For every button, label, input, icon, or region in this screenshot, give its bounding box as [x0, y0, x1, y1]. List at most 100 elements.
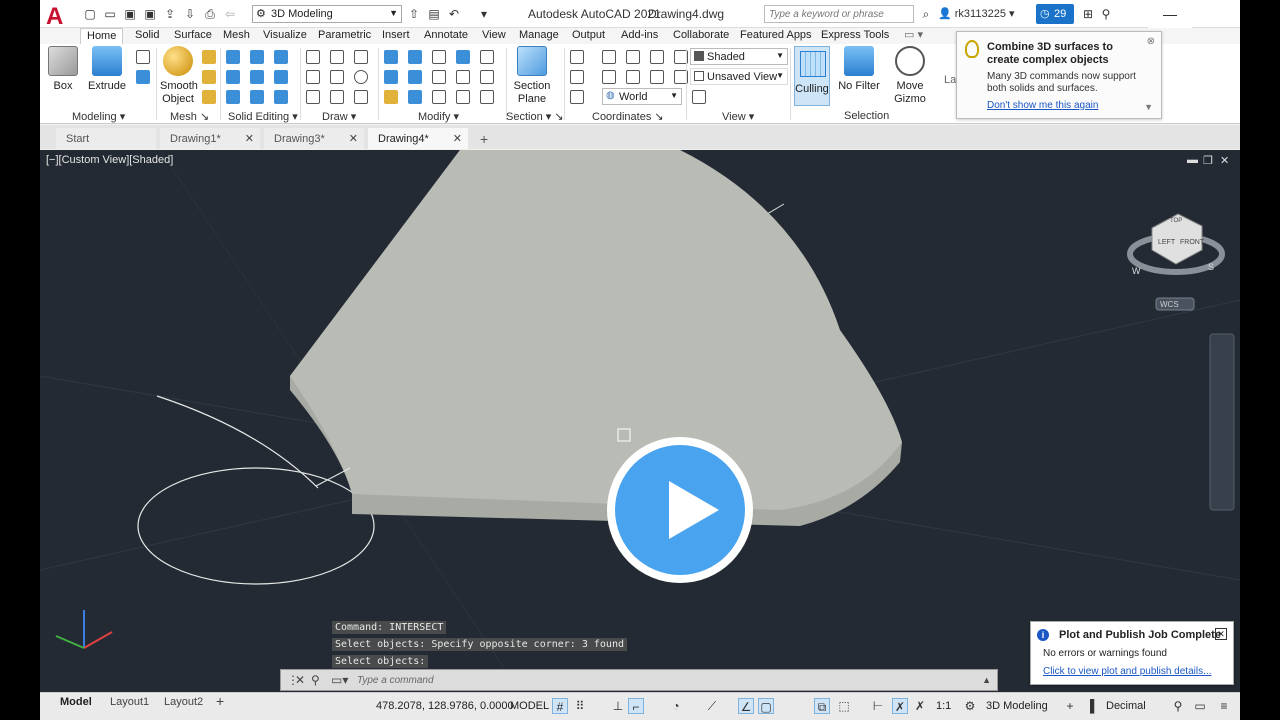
- extract-edges-icon[interactable]: [250, 50, 264, 64]
- tab-view[interactable]: View: [482, 28, 506, 44]
- object-snap-tracking-icon[interactable]: ∠: [738, 698, 754, 714]
- smooth-more-icon[interactable]: [202, 50, 216, 64]
- workspace-select[interactable]: ⚙ 3D Modeling ▼: [252, 5, 402, 23]
- infer-constraints-icon[interactable]: ⊥: [610, 698, 626, 714]
- expand-icon[interactable]: ▼: [1144, 102, 1153, 112]
- open-folder-icon[interactable]: ▭: [102, 6, 118, 22]
- ucs-x-icon[interactable]: [626, 50, 640, 64]
- polygon-icon[interactable]: [306, 90, 320, 104]
- tab-add-ins[interactable]: Add-ins: [621, 28, 658, 44]
- viewport-restore-icon[interactable]: ❐: [1203, 154, 1213, 167]
- stretch-icon[interactable]: [432, 90, 446, 104]
- drawing-viewport[interactable]: LEFT FRONT TOP W S WCS [−][Custom View][…: [40, 150, 1240, 692]
- tab-start[interactable]: Start: [56, 128, 156, 149]
- quick-access-menu-icon[interactable]: ▾: [476, 6, 492, 22]
- cube-left-label[interactable]: LEFT: [1158, 239, 1176, 246]
- tab-layout1[interactable]: Layout1: [110, 696, 149, 708]
- polyline-icon[interactable]: [306, 50, 320, 64]
- no-filter-button[interactable]: No Filter: [836, 46, 882, 93]
- plus-icon[interactable]: +: [1062, 698, 1078, 714]
- menu-icon[interactable]: ≡: [1216, 698, 1232, 714]
- tab-drawing3[interactable]: Drawing3* ✕: [264, 128, 364, 149]
- scale-icon[interactable]: [456, 70, 470, 84]
- selection-filter-icon[interactable]: ⬚: [836, 698, 852, 714]
- panel-modeling[interactable]: Modeling ▾: [72, 110, 125, 123]
- close-icon[interactable]: ✕: [245, 132, 254, 145]
- user-account[interactable]: 👤 rk3113225 ▾: [938, 7, 1015, 20]
- grid-icon[interactable]: #: [552, 698, 568, 714]
- search-input[interactable]: Type a keyword or phrase: [764, 5, 914, 23]
- ucs-face-icon[interactable]: [602, 50, 616, 64]
- save-as-icon[interactable]: ▣: [142, 6, 158, 22]
- panel-view[interactable]: View ▾: [722, 110, 754, 123]
- ribbon-options-icon[interactable]: ▭ ▾: [904, 28, 923, 44]
- new-file-icon[interactable]: ▢: [82, 6, 98, 22]
- polar-tracking-icon[interactable]: ◔: [668, 698, 684, 714]
- ucs-origin-icon[interactable]: [650, 50, 664, 64]
- panel-modify[interactable]: Modify ▾: [418, 110, 459, 123]
- chevron-up-icon[interactable]: ▲: [982, 675, 991, 685]
- tab-solid[interactable]: Solid: [135, 28, 159, 44]
- subtract-icon[interactable]: [226, 70, 240, 84]
- arc-icon[interactable]: [354, 50, 368, 64]
- coordinates-readout[interactable]: 478.2078, 128.9786, 0.0000: [376, 700, 514, 712]
- share-icon[interactable]: ⇧: [406, 6, 422, 22]
- tab-annotate[interactable]: Annotate: [424, 28, 468, 44]
- ucs-z-icon[interactable]: [626, 70, 640, 84]
- cube-top-label[interactable]: TOP: [1170, 218, 1182, 224]
- view-select[interactable]: Unsaved View ▼: [690, 68, 788, 85]
- 3d-mirror-icon[interactable]: [384, 70, 398, 84]
- units-select[interactable]: Decimal: [1106, 700, 1146, 712]
- navigation-bar[interactable]: [1209, 333, 1235, 511]
- culling-button[interactable]: Culling: [794, 46, 830, 106]
- panel-solid-editing[interactable]: Solid Editing ▾: [228, 110, 298, 123]
- quick-properties-icon[interactable]: ⚲: [1170, 698, 1186, 714]
- offset-icon[interactable]: [456, 90, 470, 104]
- 3d-move-icon[interactable]: [384, 50, 398, 64]
- tab-surface[interactable]: Surface: [174, 28, 212, 44]
- tab-output[interactable]: Output: [572, 28, 605, 44]
- auto-scale-icon[interactable]: ✗: [912, 698, 928, 714]
- wcs-label[interactable]: WCS: [1160, 300, 1179, 309]
- tab-drawing4[interactable]: Drawing4* ✕: [368, 128, 468, 149]
- undo-icon[interactable]: ⇦: [222, 6, 238, 22]
- customize-icon[interactable]: ⚲: [311, 673, 320, 687]
- gear-icon[interactable]: ⚙: [962, 698, 978, 714]
- tab-drawing1[interactable]: Drawing1* ✕: [160, 128, 260, 149]
- snap-icon[interactable]: ⠿: [572, 698, 588, 714]
- solid-history-icon[interactable]: [136, 70, 150, 84]
- intersect-icon[interactable]: [226, 90, 240, 104]
- ucs-y-icon[interactable]: [602, 70, 616, 84]
- video-play-button[interactable]: [607, 437, 753, 583]
- model-space-toggle[interactable]: MODEL: [510, 700, 549, 712]
- ucs-icon[interactable]: [570, 50, 584, 64]
- compass-s-label[interactable]: S: [1208, 262, 1214, 272]
- presspull-icon[interactable]: [136, 50, 150, 64]
- spline-icon[interactable]: [306, 70, 320, 84]
- fillet-icon[interactable]: [480, 70, 494, 84]
- dont-show-link[interactable]: Don't show me this again: [987, 100, 1098, 111]
- annotation-scale[interactable]: 1:1: [936, 700, 951, 712]
- panel-section[interactable]: Section ▾ ↘: [506, 110, 564, 123]
- tab-visualize[interactable]: Visualize: [263, 28, 307, 44]
- properties-icon[interactable]: ▤: [426, 6, 442, 22]
- close-icon[interactable]: ✕: [349, 132, 358, 145]
- tab-layout2[interactable]: Layout2: [164, 696, 203, 708]
- print-icon[interactable]: ⎙: [202, 6, 218, 22]
- web-open-icon[interactable]: ⇩: [182, 6, 198, 22]
- notification-icon[interactable]: ▭: [1192, 698, 1208, 714]
- command-input[interactable]: Type a command: [357, 675, 434, 686]
- ellipse-icon[interactable]: [354, 90, 368, 104]
- fillet-edge-icon[interactable]: [274, 90, 288, 104]
- save-icon[interactable]: ▣: [122, 6, 138, 22]
- rotate-icon[interactable]: [432, 70, 446, 84]
- visual-style-select[interactable]: Shaded ▼: [690, 48, 788, 65]
- tab-express-tools[interactable]: Express Tools: [821, 28, 889, 44]
- ucs-select[interactable]: ◍ World ▼: [602, 88, 682, 105]
- construction-line-icon[interactable]: [330, 70, 344, 84]
- tab-mesh[interactable]: Mesh: [223, 28, 250, 44]
- box-button[interactable]: Box: [48, 46, 78, 93]
- viewport-controls-label[interactable]: [−][Custom View][Shaded]: [46, 154, 173, 166]
- dynamic-input-icon[interactable]: ⌐: [628, 698, 644, 714]
- copy-icon[interactable]: [408, 90, 422, 104]
